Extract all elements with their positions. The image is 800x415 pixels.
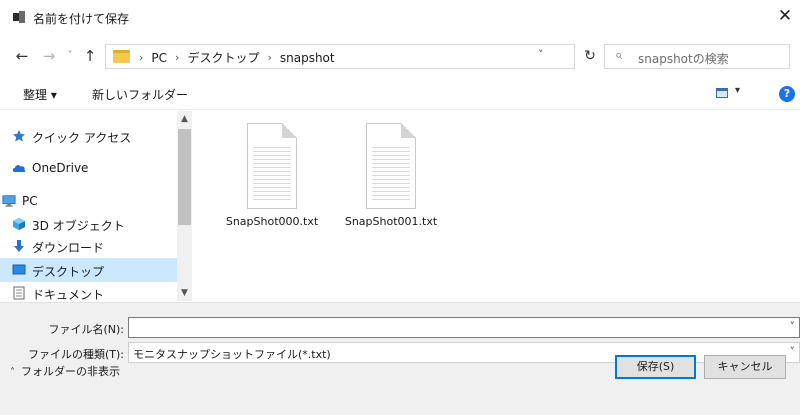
app-icon bbox=[13, 11, 25, 23]
search-icon: ⌕ bbox=[615, 48, 623, 63]
chevron-down-icon[interactable]: ˅ bbox=[538, 48, 544, 61]
sidebar-item-downloads[interactable]: ダウンロード bbox=[0, 234, 177, 258]
cube-icon bbox=[13, 218, 25, 230]
sidebar-item-label: OneDrive bbox=[32, 161, 89, 175]
sidebar-item-label: 3D オブジェクト bbox=[32, 219, 125, 233]
file-name: SnapShot001.txt bbox=[344, 215, 438, 228]
scroll-down-button[interactable]: ▼ bbox=[177, 285, 192, 301]
save-form: ファイル名(N): ˅ ファイルの種類(T): モニタスナップショットファイル(… bbox=[0, 302, 800, 415]
breadcrumb-separator: › bbox=[175, 51, 180, 64]
sidebar-item-label: ドキュメント bbox=[32, 288, 105, 301]
chevron-down-icon: ▾ bbox=[735, 85, 741, 96]
refresh-button[interactable]: ↻ bbox=[579, 44, 601, 69]
sidebar-item-desktop[interactable]: デスクトップ bbox=[0, 258, 177, 282]
address-bar[interactable]: › PC › デスクトップ › snapshot ˅ bbox=[105, 44, 575, 69]
file-list: SnapShot000.txt SnapShot001.txt bbox=[193, 111, 800, 301]
hide-folders-button[interactable]: ˄ フォルダーの非表示 bbox=[10, 363, 120, 379]
chevron-down-icon[interactable]: ˅ bbox=[790, 345, 796, 358]
download-arrow-icon bbox=[14, 240, 24, 252]
breadcrumb-desktop[interactable]: デスクトップ bbox=[187, 49, 259, 66]
filetype-label: ファイルの種類(T): bbox=[27, 348, 124, 361]
close-button[interactable]: ✕ bbox=[770, 0, 800, 34]
forward-button[interactable]: → bbox=[39, 46, 59, 66]
window-title: 名前を付けて保存 bbox=[33, 12, 130, 26]
sidebar-item-pc[interactable]: PC bbox=[0, 189, 177, 213]
view-options-button[interactable]: ▾ bbox=[716, 85, 746, 101]
text-file-icon bbox=[366, 123, 416, 209]
back-button[interactable]: ← bbox=[12, 46, 32, 66]
filetype-select[interactable]: モニタスナップショットファイル(*.txt) ˅ bbox=[128, 342, 800, 363]
breadcrumb-pc[interactable]: PC bbox=[151, 51, 167, 65]
sidebar-item-label: PC bbox=[22, 194, 38, 208]
scroll-up-button[interactable]: ▲ bbox=[177, 111, 192, 127]
organize-button[interactable]: 整理 ▾ bbox=[23, 86, 57, 103]
title-bar: 名前を付けて保存 ✕ bbox=[0, 0, 800, 34]
computer-icon bbox=[2, 195, 16, 207]
filename-field[interactable]: ˅ bbox=[128, 317, 800, 338]
breadcrumb-separator: › bbox=[267, 51, 272, 64]
file-item[interactable]: SnapShot000.txt bbox=[211, 123, 321, 238]
document-icon bbox=[13, 286, 25, 300]
up-button[interactable]: ↑ bbox=[80, 46, 100, 66]
hide-folders-label: フォルダーの非表示 bbox=[21, 365, 120, 378]
cloud-icon bbox=[12, 165, 26, 172]
sidebar-item-3d-objects[interactable]: 3D オブジェクト bbox=[0, 212, 177, 236]
cancel-button[interactable]: キャンセル bbox=[704, 355, 786, 379]
breadcrumb-separator: › bbox=[139, 51, 144, 64]
scrollbar-thumb[interactable] bbox=[178, 129, 191, 225]
sidebar-item-label: クイック アクセス bbox=[32, 131, 132, 145]
sidebar-item-label: デスクトップ bbox=[32, 265, 105, 279]
sidebar-item-label: ダウンロード bbox=[32, 241, 105, 255]
sidebar-item-documents[interactable]: ドキュメント bbox=[0, 281, 177, 301]
breadcrumb: › PC › デスクトップ › snapshot bbox=[139, 49, 335, 66]
star-icon bbox=[13, 130, 25, 142]
command-bar: 整理 ▾ 新しいフォルダー ▾ ? bbox=[0, 78, 800, 110]
chevron-down-icon[interactable]: ˅ bbox=[790, 320, 796, 333]
view-icon bbox=[716, 88, 728, 98]
breadcrumb-snapshot[interactable]: snapshot bbox=[280, 51, 335, 65]
help-button[interactable]: ? bbox=[779, 86, 795, 102]
sidebar-item-onedrive[interactable]: OneDrive bbox=[0, 156, 177, 180]
folder-icon bbox=[113, 50, 130, 63]
new-folder-button[interactable]: 新しいフォルダー bbox=[92, 86, 188, 103]
file-item[interactable]: SnapShot001.txt bbox=[330, 123, 440, 238]
search-input[interactable]: snapshotの検索 bbox=[638, 50, 729, 67]
file-name: SnapShot000.txt bbox=[225, 215, 319, 228]
text-file-icon bbox=[247, 123, 297, 209]
recent-locations-button[interactable]: ˅ bbox=[60, 46, 80, 66]
navigation-bar: ← → ˅ ↑ › PC › デスクトップ › snapshot ˅ ↻ ⌕ s… bbox=[0, 38, 800, 76]
navigation-pane: クイック アクセス OneDrive PC 3D オブジェクト ダウンロード デ… bbox=[0, 111, 192, 301]
filetype-value: モニタスナップショットファイル(*.txt) bbox=[133, 348, 331, 361]
save-button[interactable]: 保存(S) bbox=[615, 355, 696, 379]
chevron-up-icon: ˄ bbox=[10, 367, 15, 378]
sidebar-item-quick-access[interactable]: クイック アクセス bbox=[0, 124, 177, 148]
filename-label: ファイル名(N): bbox=[48, 323, 124, 336]
desktop-icon bbox=[12, 264, 26, 275]
sidebar-scrollbar[interactable]: ▲ ▼ bbox=[177, 111, 192, 301]
search-box[interactable]: ⌕ snapshotの検索 bbox=[604, 44, 790, 69]
